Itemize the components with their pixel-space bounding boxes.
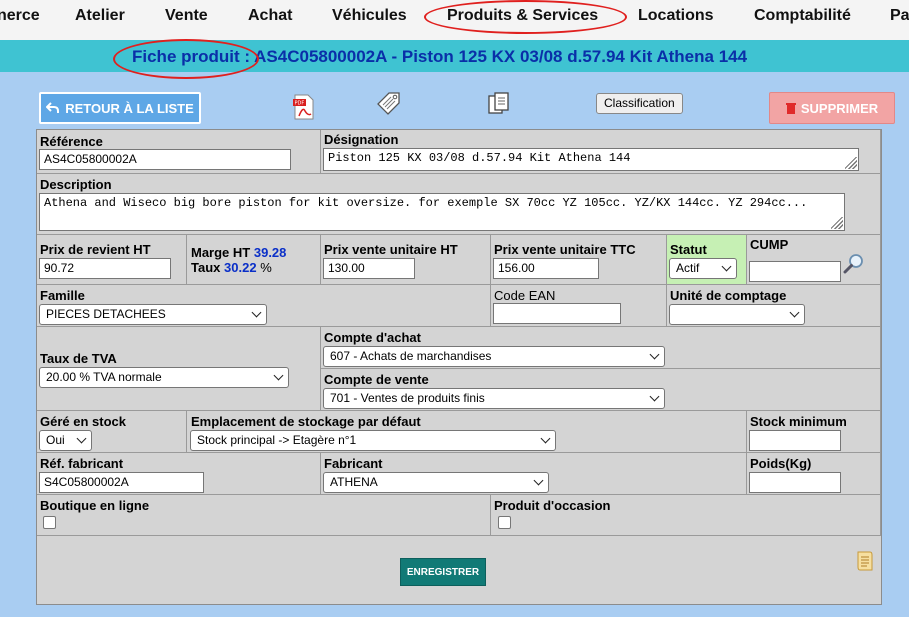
- fabricant-select[interactable]: ATHENA: [323, 472, 549, 493]
- description-label: Description: [40, 177, 112, 192]
- nav-item-vehicules[interactable]: Véhicules: [332, 7, 407, 25]
- nav-item-vente[interactable]: Vente: [165, 7, 208, 25]
- chevron-down-icon: [273, 370, 284, 381]
- nav-item-achat[interactable]: Achat: [248, 7, 292, 25]
- designation-label: Désignation: [324, 132, 399, 147]
- emplacement-label: Emplacement de stockage par défaut: [191, 414, 421, 429]
- famille-select[interactable]: PIECES DETACHEES: [39, 304, 267, 325]
- chevron-down-icon: [789, 307, 800, 318]
- famille-label: Famille: [40, 288, 85, 303]
- nav-item-produits-services[interactable]: Produits & Services: [447, 7, 598, 25]
- back-to-list-button[interactable]: RETOUR À LA LISTE: [39, 92, 201, 124]
- page-title: Fiche produit : AS4C05800002A - Piston 1…: [132, 47, 748, 66]
- tva-label: Taux de TVA: [40, 351, 117, 366]
- boutique-checkbox[interactable]: [43, 516, 56, 529]
- unite-label: Unité de comptage: [670, 288, 787, 303]
- back-arrow-icon: [46, 102, 60, 113]
- chevron-down-icon: [540, 433, 551, 444]
- poids-input[interactable]: [749, 472, 841, 493]
- taux-value: 30.22: [224, 260, 257, 275]
- reference-label: Référence: [40, 134, 103, 149]
- unite-select[interactable]: [669, 304, 805, 325]
- poids-label: Poids(Kg): [750, 456, 812, 471]
- chevron-down-icon: [649, 391, 660, 402]
- statut-value: Actif: [676, 261, 700, 275]
- prix-vente-ttc-label: Prix vente unitaire TTC: [494, 242, 636, 257]
- chevron-down-icon: [533, 475, 544, 486]
- compte-achat-select[interactable]: 607 - Achats de marchandises: [323, 346, 665, 367]
- classification-button[interactable]: Classification: [596, 93, 683, 114]
- gere-stock-value: Oui: [46, 433, 65, 447]
- occasion-checkbox[interactable]: [498, 516, 511, 529]
- reference-input[interactable]: AS4C05800002A: [39, 149, 291, 170]
- nav-item-locations[interactable]: Locations: [638, 7, 714, 25]
- nav-item-parametres[interactable]: Pa: [890, 7, 909, 25]
- chevron-down-icon: [76, 433, 87, 444]
- prix-revient-label: Prix de revient HT: [40, 242, 151, 257]
- nav-item-commerce[interactable]: nerce: [0, 7, 40, 25]
- taux-unit: %: [260, 260, 272, 275]
- designation-textarea[interactable]: Piston 125 KX 03/08 d.57.94 Kit Athena 1…: [323, 148, 859, 171]
- emplacement-value: Stock principal -> Etagère n°1: [197, 433, 357, 447]
- nav-item-atelier[interactable]: Atelier: [75, 7, 125, 25]
- nav-item-comptabilite[interactable]: Comptabilité: [754, 7, 851, 25]
- code-ean-input[interactable]: [493, 303, 621, 324]
- taux-label-text: Taux: [191, 260, 221, 275]
- resize-grip-icon[interactable]: [845, 157, 857, 169]
- prix-revient-input[interactable]: 90.72: [39, 258, 171, 279]
- compte-vente-value: 701 - Ventes de produits finis: [330, 391, 485, 405]
- compte-vente-label: Compte de vente: [324, 372, 429, 387]
- marge-value: 39.28: [253, 245, 287, 260]
- cump-label: CUMP: [750, 237, 789, 252]
- cump-input[interactable]: [749, 261, 841, 282]
- svg-text:PDF: PDF: [295, 101, 305, 107]
- ref-fabricant-input[interactable]: S4C05800002A: [39, 472, 204, 493]
- marge-label: Marge HT 39.28: [191, 245, 286, 260]
- prix-vente-ttc-input[interactable]: 156.00: [493, 258, 599, 279]
- prix-vente-ht-input[interactable]: 130.00: [323, 258, 415, 279]
- chevron-down-icon: [649, 349, 660, 360]
- tva-select[interactable]: 20.00 % TVA normale: [39, 367, 289, 388]
- tva-value: 20.00 % TVA normale: [46, 370, 162, 384]
- statut-select[interactable]: Actif: [669, 258, 737, 279]
- prix-vente-ht-label: Prix vente unitaire HT: [324, 242, 458, 257]
- notes-scroll-icon[interactable]: [855, 549, 875, 573]
- copy-document-icon[interactable]: [487, 92, 511, 116]
- stock-min-input[interactable]: [749, 430, 841, 451]
- ref-fabricant-label: Réf. fabricant: [40, 456, 124, 471]
- description-textarea[interactable]: Athena and Wiseco big bore piston for ki…: [39, 193, 845, 231]
- magnifier-icon[interactable]: [843, 253, 865, 275]
- chevron-down-icon: [251, 307, 262, 318]
- description-value: Athena and Wiseco big bore piston for ki…: [44, 196, 808, 210]
- back-to-list-label: RETOUR À LA LISTE: [65, 100, 194, 116]
- boutique-label: Boutique en ligne: [40, 498, 150, 513]
- resize-grip-icon[interactable]: [831, 217, 843, 229]
- compte-achat-value: 607 - Achats de marchandises: [330, 349, 492, 363]
- delete-button[interactable]: SUPPRIMER: [769, 92, 895, 124]
- gere-stock-select[interactable]: Oui: [39, 430, 92, 451]
- taux-label: Taux 30.22 %: [191, 260, 272, 275]
- fabricant-value: ATHENA: [330, 475, 378, 489]
- delete-label: SUPPRIMER: [800, 100, 879, 116]
- price-tag-icon[interactable]: [375, 90, 403, 118]
- stock-min-label: Stock minimum: [750, 414, 847, 429]
- occasion-label: Produit d'occasion: [494, 498, 611, 513]
- pdf-icon[interactable]: PDF: [291, 94, 317, 120]
- fabricant-label: Fabricant: [324, 456, 383, 471]
- page-header: Fiche produit : AS4C05800002A - Piston 1…: [0, 40, 909, 72]
- marge-label-text: Marge HT: [191, 245, 251, 260]
- chevron-down-icon: [721, 261, 732, 272]
- compte-achat-label: Compte d'achat: [324, 330, 421, 345]
- top-navigation: nerce Atelier Vente Achat Véhicules Prod…: [0, 0, 909, 40]
- save-button[interactable]: ENREGISTRER: [400, 558, 486, 586]
- gere-stock-label: Géré en stock: [40, 414, 126, 429]
- designation-value: Piston 125 KX 03/08 d.57.94 Kit Athena 1…: [328, 151, 631, 165]
- emplacement-select[interactable]: Stock principal -> Etagère n°1: [190, 430, 556, 451]
- statut-label: Statut: [670, 242, 707, 257]
- trash-icon: [785, 103, 796, 114]
- code-ean-label: Code EAN: [494, 288, 556, 303]
- compte-vente-select[interactable]: 701 - Ventes de produits finis: [323, 388, 665, 409]
- famille-value: PIECES DETACHEES: [46, 307, 166, 321]
